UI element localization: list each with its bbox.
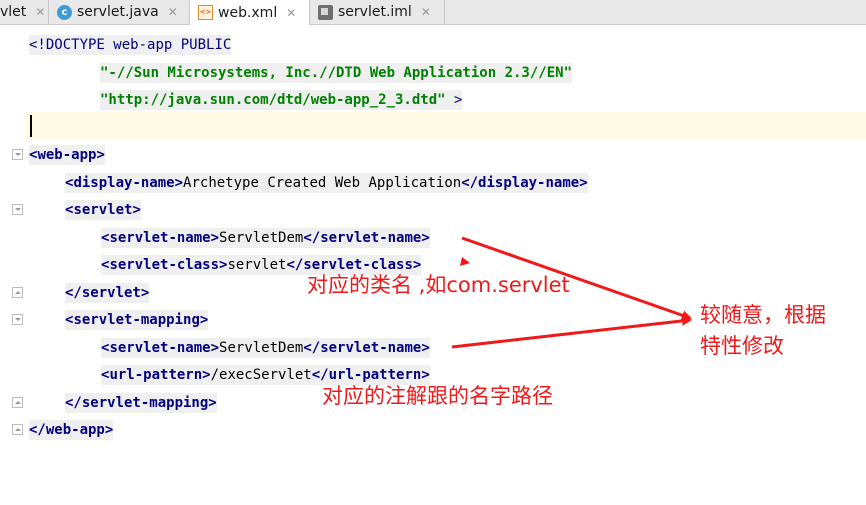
- annotation-class-name: 对应的类名 ,如com.servlet: [307, 273, 570, 297]
- arrow-tip-marker: [460, 257, 470, 266]
- annotation-flexible-line2: 特性修改: [700, 334, 784, 358]
- annotation-path-note: 对应的注解跟的名字路径: [322, 384, 553, 408]
- annotation-flexible-line1: 较随意，根据: [700, 303, 826, 327]
- annotation-arrows: [451, 236, 692, 349]
- arrow-mapping-name-to-note: [451, 315, 692, 349]
